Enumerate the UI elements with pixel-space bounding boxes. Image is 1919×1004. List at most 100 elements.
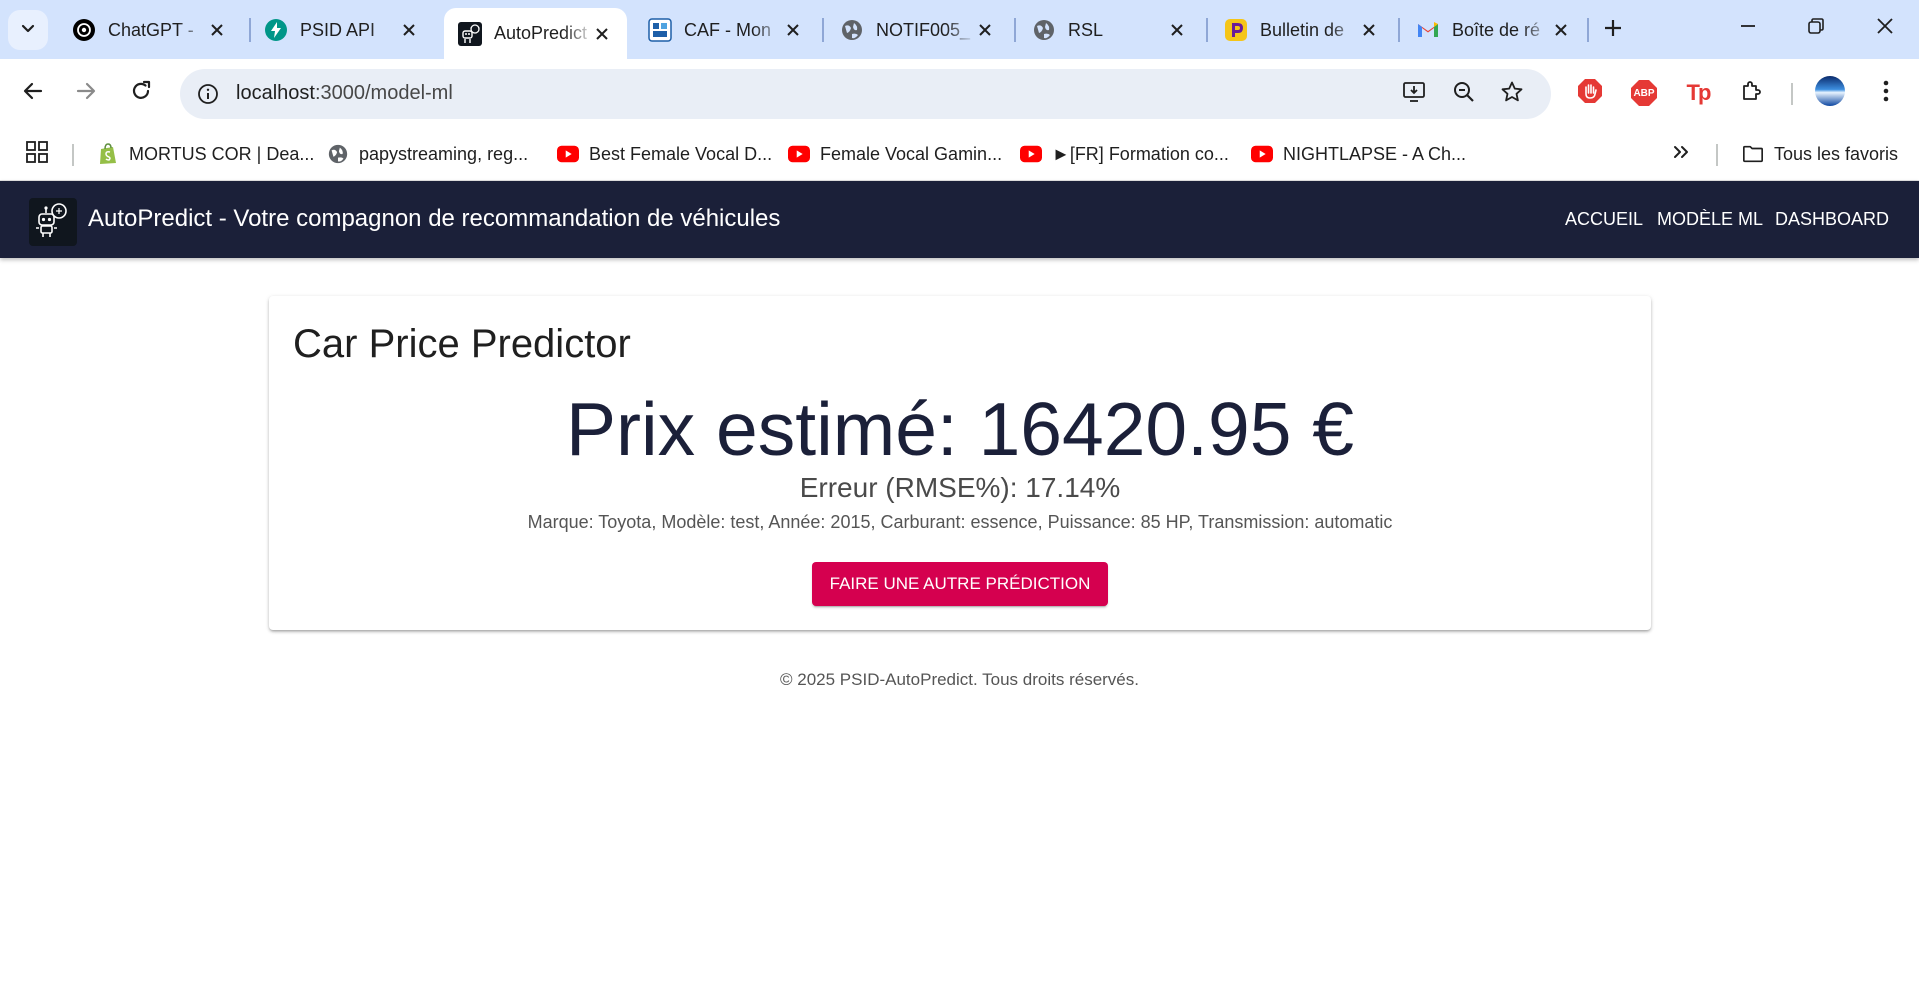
close-icon[interactable] [1166, 19, 1188, 41]
browser-tab-strip: ChatGPT - PSID API AutoPredict CAF - Mon… [0, 0, 1919, 59]
reload-button[interactable] [123, 75, 159, 111]
app-title: AutoPredict - Votre compagnon de recomma… [88, 205, 781, 232]
tab-title: ChatGPT - [108, 19, 194, 40]
restore-icon [1807, 17, 1825, 40]
robot-icon [33, 200, 73, 245]
toolbar-separator [1791, 83, 1793, 105]
back-button[interactable] [15, 75, 51, 111]
apps-grid-icon [26, 140, 48, 168]
bookmark-star-button[interactable] [1496, 78, 1528, 110]
close-icon[interactable] [398, 19, 420, 41]
bookmark-label: NIGHTLAPSE - A Ch... [1283, 143, 1467, 164]
minimize-icon [1739, 17, 1757, 40]
tab-title: PSID API [300, 19, 376, 40]
forward-button[interactable] [68, 75, 104, 111]
close-icon[interactable] [591, 23, 613, 45]
tab-psid-api[interactable]: PSID API [250, 10, 434, 50]
tab-title: RSL [1068, 19, 1104, 40]
apps-button[interactable] [26, 140, 48, 168]
autopredict-robot-icon [458, 21, 482, 46]
extension-adblock-button[interactable]: ABP [1626, 75, 1662, 111]
close-icon[interactable] [206, 19, 228, 41]
nav-link-dashboard[interactable]: Dashboard [1775, 209, 1889, 230]
tab-bulletin[interactable]: Bulletin de [1210, 10, 1394, 50]
close-icon[interactable] [1358, 19, 1380, 41]
tp-icon: Tp [1686, 80, 1712, 105]
extension-tp-button[interactable]: Tp [1680, 75, 1716, 111]
tab-separator [1398, 18, 1400, 42]
close-icon [1876, 17, 1894, 40]
all-bookmarks-label: Tous les favoris [1774, 143, 1899, 164]
tab-title: Boîte de ré [1452, 19, 1541, 40]
tab-title: AutoPredict [494, 23, 588, 43]
tab-rsl[interactable]: RSL [1018, 10, 1202, 50]
close-icon[interactable] [1550, 19, 1572, 41]
vehicle-details: Marque: Toyota, Modèle: test, Année: 201… [527, 512, 1393, 532]
reload-icon [130, 80, 152, 107]
avatar [1814, 75, 1846, 112]
tab-title: NOTIF005_ [876, 19, 971, 40]
install-app-button[interactable] [1399, 78, 1431, 110]
bookmark-item[interactable]: Best Female Vocal D... [557, 140, 772, 168]
nav-link-accueil[interactable]: Accueil [1565, 209, 1643, 230]
bookmark-item[interactable]: ►[FR] Formation co... [1020, 140, 1229, 168]
youtube-icon [1020, 143, 1042, 165]
site-info-icon[interactable] [192, 78, 224, 110]
app-header: AutoPredict - Votre compagnon de recomma… [0, 181, 1919, 258]
address-bar[interactable]: localhost:3000/model-ml [180, 69, 1551, 119]
gmail-icon [1416, 18, 1440, 42]
bookmark-item[interactable]: Female Vocal Gamin... [788, 140, 1002, 168]
bookmark-item[interactable]: NIGHTLAPSE - A Ch... [1251, 140, 1466, 168]
shopify-icon [97, 143, 119, 165]
arrow-left-icon [22, 80, 44, 107]
extension-stop-button[interactable] [1572, 75, 1608, 111]
bookmark-separator [72, 144, 74, 166]
tab-separator [1014, 18, 1016, 42]
url-host: localhost [236, 82, 315, 104]
rmse-error: Erreur (RMSE%): 17.14% [799, 472, 1121, 503]
hand-stop-icon [1577, 78, 1603, 109]
close-icon[interactable] [782, 19, 804, 41]
page-footer: © 2025 PSID-AutoPredict. Tous droits rés… [780, 670, 1139, 689]
url-text[interactable]: localhost:3000/model-ml [236, 82, 453, 105]
double-chevron-right-icon [1671, 142, 1691, 167]
tab-gmail[interactable]: Boîte de ré [1402, 10, 1586, 50]
zoom-out-icon [1452, 80, 1476, 109]
tab-notif005[interactable]: NOTIF005_ [826, 10, 1010, 50]
bookmark-separator [1716, 144, 1718, 166]
bookmarks-bar: MORTUS COR | Dea... papystreaming, reg..… [0, 128, 1919, 181]
bookmark-label: papystreaming, reg... [359, 143, 529, 164]
adblock-label: ABP [1633, 87, 1655, 99]
close-window-button[interactable] [1862, 8, 1908, 48]
new-tab-button[interactable] [1596, 13, 1630, 47]
card-title: Car Price Predictor [293, 322, 631, 366]
bookmark-label: Best Female Vocal D... [589, 143, 773, 164]
all-bookmarks-button[interactable]: Tous les favoris [1742, 140, 1898, 168]
browser-menu-button[interactable] [1868, 75, 1904, 111]
tab-caf[interactable]: CAF - Mon [634, 10, 818, 50]
estimated-price: Prix estimé: 16420.95 € [566, 387, 1354, 471]
arrow-right-icon [75, 80, 97, 107]
puzzle-icon [1740, 79, 1764, 108]
new-prediction-button[interactable]: Faire une autre prédiction [812, 562, 1108, 606]
tab-autopredict[interactable]: AutoPredict [444, 8, 627, 59]
more-bookmarks-button[interactable] [1671, 140, 1691, 168]
app-logo[interactable] [29, 198, 77, 246]
extensions-button[interactable] [1734, 75, 1770, 111]
tab-search-button[interactable] [8, 10, 48, 50]
zoom-button[interactable] [1448, 78, 1480, 110]
globe-icon [327, 143, 349, 165]
bookmark-item[interactable]: MORTUS COR | Dea... [97, 140, 314, 168]
prediction-result-card: Car Price Predictor Prix estimé: 16420.9… [269, 296, 1651, 630]
tab-title: Bulletin de [1260, 19, 1345, 40]
close-icon[interactable] [974, 19, 996, 41]
tab-chatgpt[interactable]: ChatGPT - [58, 10, 242, 50]
caf-icon [648, 18, 672, 42]
youtube-icon [557, 143, 579, 165]
profile-avatar-button[interactable] [1814, 75, 1846, 112]
restore-button[interactable] [1793, 8, 1839, 48]
minimize-button[interactable] [1725, 8, 1771, 48]
bookmark-item[interactable]: papystreaming, reg... [327, 140, 528, 168]
browser-toolbar: localhost:3000/model-ml ABP Tp [0, 59, 1919, 128]
nav-link-modele-ml[interactable]: Modèle ML [1657, 209, 1763, 230]
